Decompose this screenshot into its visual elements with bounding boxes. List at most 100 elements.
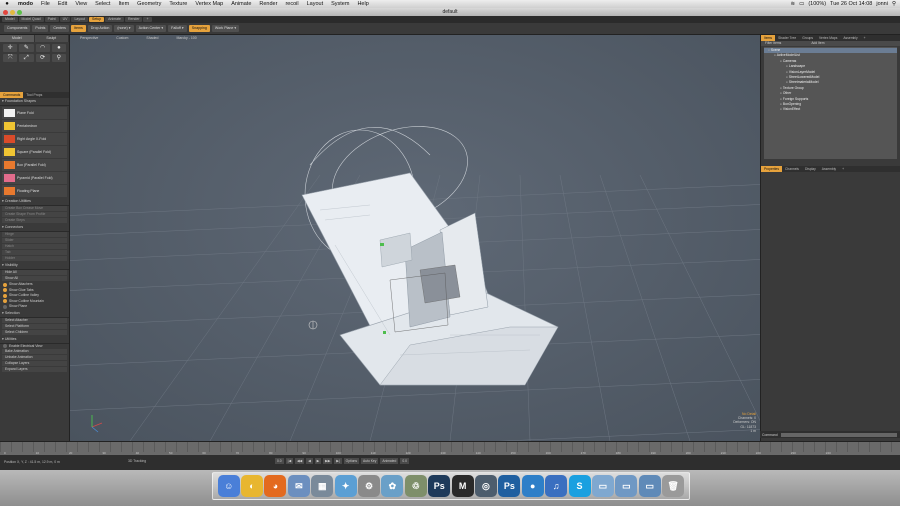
play-button[interactable]: ▶ — [314, 458, 322, 464]
toolbar-snapping-button[interactable]: Snapping — [188, 25, 210, 32]
trash-can-icon[interactable]: ♲ — [404, 475, 427, 497]
toolbar-centers-button[interactable]: Centers — [50, 25, 69, 32]
menu-animate[interactable]: Animate — [227, 0, 255, 8]
tab-sculpt[interactable]: Sculpt — [34, 35, 69, 42]
safari-icon[interactable]: ✦ — [334, 475, 357, 497]
list-item[interactable]: Hinge — [2, 232, 67, 237]
toolbar-components-button[interactable]: Components — [4, 25, 31, 32]
auto-key-button[interactable]: Auto Key — [361, 458, 379, 464]
menu-texture[interactable]: Texture — [165, 0, 191, 8]
list-item[interactable]: Select Children — [2, 329, 67, 335]
list-item[interactable]: Create Box Crease Move — [2, 206, 67, 211]
tab-channels[interactable]: Channels — [782, 166, 802, 172]
list-item[interactable]: Slider — [2, 238, 67, 243]
current-frame-field[interactable]: 0.0 — [275, 458, 284, 464]
pin-tool-icon[interactable]: ⚲ — [51, 54, 66, 62]
scene-canvas[interactable] — [70, 35, 760, 441]
transform-tool-icon[interactable]: ⤧ — [3, 54, 18, 62]
menu-select[interactable]: Select — [91, 0, 114, 8]
battery-icon[interactable]: ▭ — [799, 1, 804, 7]
user-name[interactable]: jonni — [876, 1, 888, 7]
menu-item[interactable]: Item — [114, 0, 133, 8]
scale-tool-icon[interactable]: ⤢ — [19, 54, 34, 62]
finder-icon[interactable]: ☺ — [217, 475, 240, 497]
list-item[interactable]: Select Plattform — [2, 323, 67, 329]
sphere-tool-icon[interactable]: ● — [51, 44, 66, 52]
list-item[interactable]: Holder — [2, 256, 67, 261]
list-item[interactable]: Unbake Animation — [2, 355, 67, 360]
section-connectors[interactable]: Connectors — [0, 224, 69, 232]
menu-edit[interactable]: Edit — [54, 0, 71, 8]
list-item[interactable]: Tab — [2, 250, 67, 255]
shape-item[interactable]: Right Angle X-Fold — [2, 133, 67, 145]
list-item[interactable]: Collapse Layers — [2, 361, 67, 366]
shape-item[interactable]: Pyramid (Parallel Fold) — [2, 172, 67, 184]
layout-tab-layout[interactable]: Layout — [71, 17, 88, 22]
list-item[interactable]: Hatch — [2, 244, 67, 249]
menu-view[interactable]: View — [71, 0, 91, 8]
layout-tab-add[interactable]: + — [143, 17, 152, 22]
menu-render[interactable]: Render — [255, 0, 281, 8]
downloads-folder-icon[interactable]: ▭ — [638, 475, 661, 497]
command-input[interactable] — [780, 432, 897, 437]
tab-commands[interactable]: Commands — [0, 92, 24, 98]
tab-properties[interactable]: Properties — [761, 166, 783, 172]
tab-model[interactable]: Model — [0, 35, 35, 42]
section-visibility[interactable]: Visibility — [0, 262, 69, 270]
list-item[interactable]: Create Shape From Profile — [2, 212, 67, 217]
section-utilities[interactable]: Utilities — [0, 336, 69, 344]
menu-geometry[interactable]: Geometry — [133, 0, 165, 8]
toolbar-none-button[interactable]: (none) — [114, 25, 134, 32]
end-frame-field[interactable]: 0.0 — [400, 458, 409, 464]
toolbar-points-button[interactable]: Points — [32, 25, 49, 32]
toolbar-drop-action-button[interactable]: Drop Action — [87, 25, 113, 32]
close-window-button[interactable] — [3, 9, 8, 15]
menu-recoil[interactable]: recoil — [281, 0, 302, 8]
minimize-window-button[interactable] — [10, 9, 15, 15]
layout-tab-paint[interactable]: Paint — [44, 17, 59, 22]
filter-items-field[interactable]: Filter Items — [765, 41, 781, 46]
menu-modo[interactable]: modo — [14, 0, 37, 8]
options-button[interactable]: Options — [343, 458, 360, 464]
section-foundation-shapes[interactable]: Foundation Shapes — [0, 98, 69, 106]
preview-icon[interactable]: ▦ — [311, 475, 334, 497]
list-item[interactable]: Create Steps — [2, 218, 67, 223]
list-item[interactable]: Expand Layers — [2, 367, 67, 372]
toolbar-items-button[interactable]: Items — [70, 25, 86, 32]
zoom-window-button[interactable] — [17, 9, 22, 15]
prev-key-button[interactable]: ◀◀ — [295, 458, 305, 464]
applications-folder-icon[interactable]: ▭ — [615, 475, 638, 497]
3d-viewport[interactable]: Perspective Custom Shaded Marcky - 100 N… — [70, 35, 760, 441]
animated-dropdown[interactable]: Animated — [380, 458, 399, 464]
shape-item[interactable]: Square (Parallel Fold) — [2, 146, 67, 158]
photos-icon[interactable]: ✿ — [381, 475, 404, 497]
rotate-tool-icon[interactable]: ⟳ — [35, 54, 50, 62]
spotlight-icon[interactable]: ⚲ — [892, 1, 896, 7]
brush-tool-icon[interactable]: ✎ — [19, 44, 34, 52]
globe-icon[interactable]: ● — [521, 475, 544, 497]
tab-add[interactable]: + — [839, 166, 847, 172]
chrome-icon[interactable]: ◐ — [241, 475, 264, 497]
next-frame-button[interactable]: ▶▶ — [323, 458, 333, 464]
tab-assembly[interactable]: Assembly — [840, 35, 860, 41]
modo-icon[interactable]: M — [451, 475, 474, 497]
menu-help[interactable]: Help — [353, 0, 372, 8]
menu-file[interactable]: File — [37, 0, 54, 8]
layout-tab-animate[interactable]: Animate — [105, 17, 124, 22]
toolbar-action-center-button[interactable]: Action Center — [135, 25, 167, 32]
toolbar-falloff-button[interactable]: Falloff — [168, 25, 187, 32]
layout-tab-model-quad[interactable]: Model Quad — [18, 17, 44, 22]
system-preferences-icon[interactable]: ⚙ — [358, 475, 381, 497]
tree-item[interactable]: ● VisionEffect — [764, 107, 897, 112]
list-item[interactable]: Hide All — [2, 270, 67, 275]
tab-tool-props[interactable]: Tool Props — [23, 92, 45, 98]
layout-tab-uv[interactable]: UV — [59, 17, 71, 22]
timeline[interactable]: 0 10 20 30 40 50 60 70 80 90 100 110 120 130 140 150 160… — [0, 441, 900, 455]
skype-icon[interactable]: S — [568, 475, 591, 497]
trash-icon[interactable]: 🗑 — [662, 475, 685, 497]
firefox-icon[interactable]: ◕ — [264, 475, 287, 497]
layout-tab-render[interactable]: Render — [125, 17, 143, 22]
section-creation-utilities[interactable]: Creation Utilities — [0, 198, 69, 206]
layout-tab-model[interactable]: Model — [2, 17, 18, 22]
list-item[interactable]: Select Attacher — [2, 317, 67, 323]
